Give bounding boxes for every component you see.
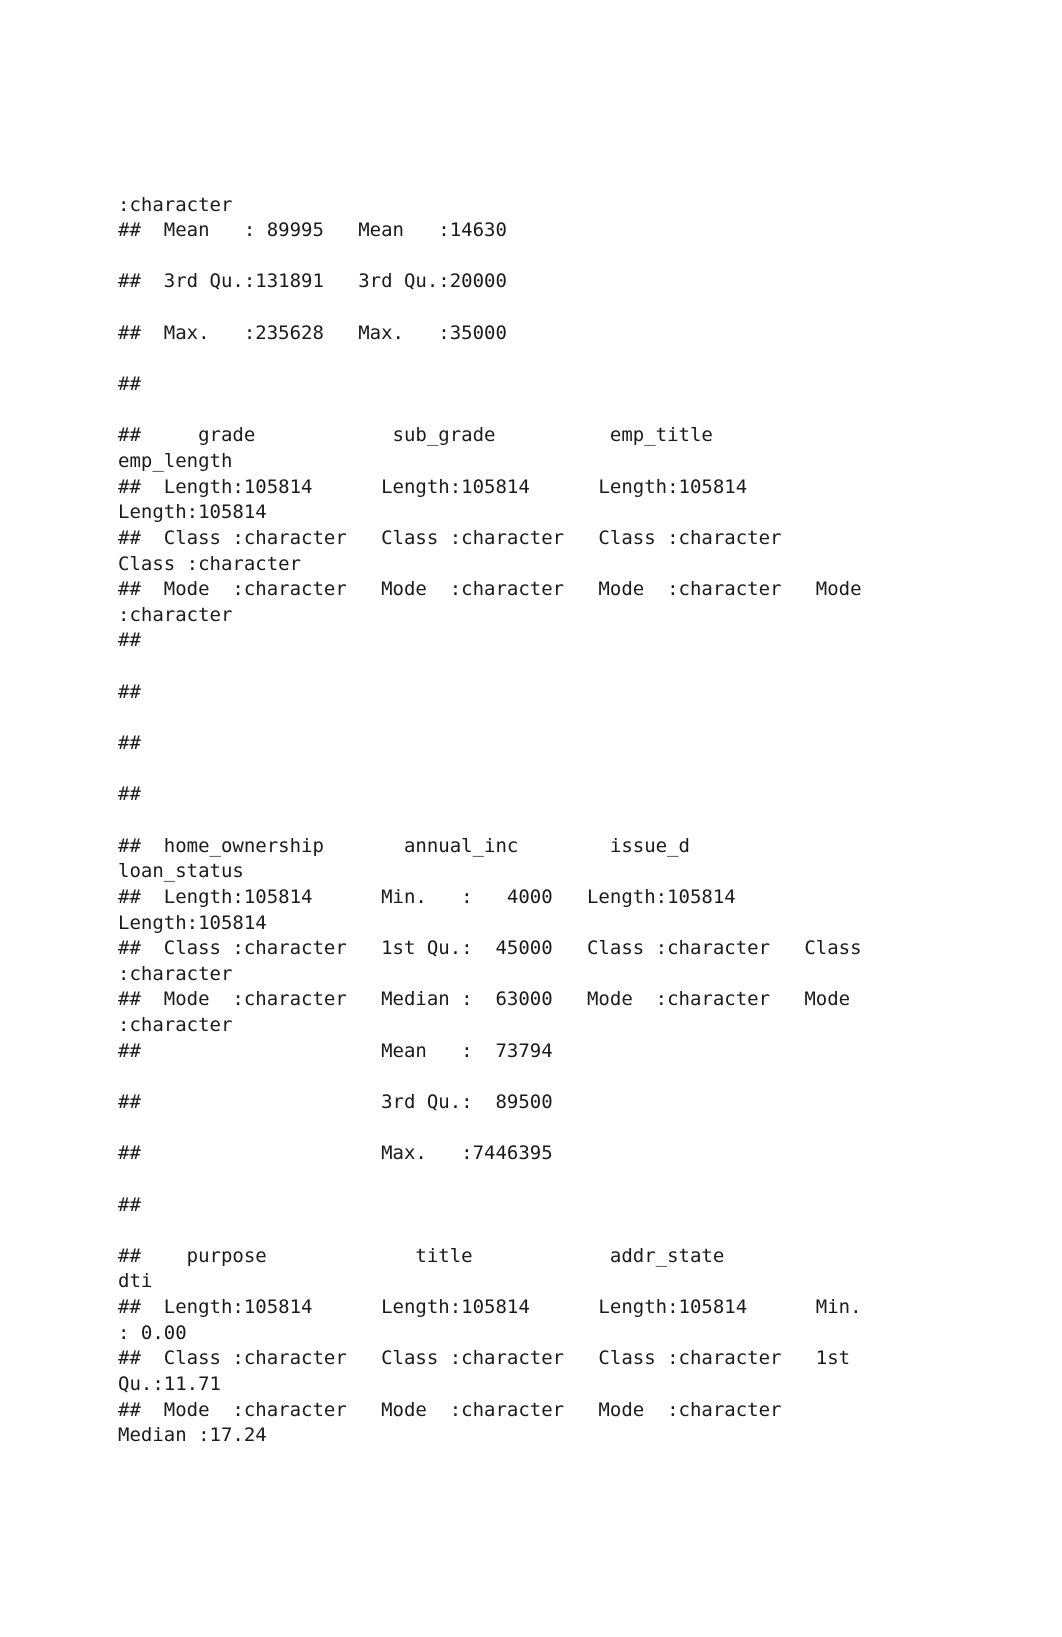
output-line: ## [118,1193,1062,1219]
output-line [118,244,1062,270]
output-line: Length:105814 [118,911,1062,937]
output-line [118,1218,1062,1244]
output-line [118,1167,1062,1193]
output-line: ## purpose title addr_state [118,1244,1062,1270]
output-line [118,295,1062,321]
output-line: ## 3rd Qu.: 89500 [118,1090,1062,1116]
output-line: ## [118,782,1062,808]
output-line: ## Mode :character Median : 63000 Mode :… [118,987,1062,1013]
output-line: ## [118,372,1062,398]
output-line [118,808,1062,834]
output-line: Class :character [118,552,1062,578]
output-line: ## Mean : 89995 Mean :14630 [118,218,1062,244]
output-line: : 0.00 [118,1321,1062,1347]
output-line: dti [118,1269,1062,1295]
r-summary-output: :character ## Mean : 89995 Mean :14630 #… [118,193,1062,1449]
output-line: emp_length [118,449,1062,475]
output-line: ## Mean : 73794 [118,1039,1062,1065]
output-line: :character [118,1013,1062,1039]
output-line: ## Class :character Class :character Cla… [118,1346,1062,1372]
output-line: :character [118,193,1062,219]
output-line: ## Length:105814 Length:105814 Length:10… [118,475,1062,501]
output-line [118,398,1062,424]
output-line: ## Max. :235628 Max. :35000 [118,321,1062,347]
output-line: ## Length:105814 Min. : 4000 Length:1058… [118,885,1062,911]
output-line: ## 3rd Qu.:131891 3rd Qu.:20000 [118,269,1062,295]
output-line: ## [118,628,1062,654]
output-line: ## Class :character Class :character Cla… [118,526,1062,552]
output-line [118,705,1062,731]
output-line: ## Length:105814 Length:105814 Length:10… [118,1295,1062,1321]
output-line: loan_status [118,859,1062,885]
output-line: ## grade sub_grade emp_title [118,423,1062,449]
output-line [118,654,1062,680]
output-line: Median :17.24 [118,1423,1062,1449]
output-line [118,1116,1062,1142]
output-line: ## Mode :character Mode :character Mode … [118,1398,1062,1424]
output-line: ## home_ownership annual_inc issue_d [118,834,1062,860]
output-line: ## [118,680,1062,706]
output-line: ## Class :character 1st Qu.: 45000 Class… [118,936,1062,962]
output-line: ## Mode :character Mode :character Mode … [118,577,1062,603]
output-line [118,346,1062,372]
output-line [118,1064,1062,1090]
output-line: ## Max. :7446395 [118,1141,1062,1167]
output-line: :character [118,603,1062,629]
output-line [118,757,1062,783]
output-line: ## [118,731,1062,757]
output-line: :character [118,962,1062,988]
output-line: Length:105814 [118,500,1062,526]
